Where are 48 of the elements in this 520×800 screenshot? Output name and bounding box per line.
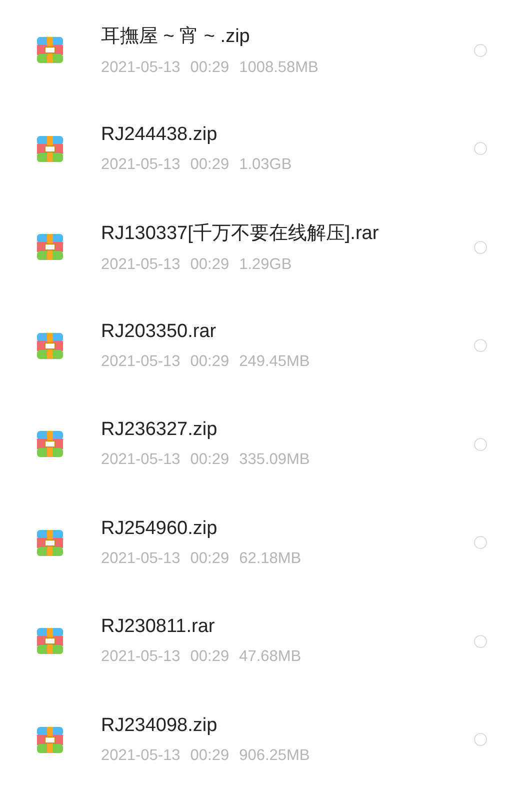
file-time: 00:29 <box>190 746 230 765</box>
file-time: 00:29 <box>190 352 230 371</box>
file-name: RJ230811.rar <box>101 616 216 638</box>
select-radio[interactable] <box>474 634 487 648</box>
file-date: 2021-05-13 <box>101 156 180 174</box>
archive-icon <box>36 36 64 64</box>
file-size: 47.68MB <box>239 648 302 666</box>
file-time: 00:29 <box>190 59 230 78</box>
select-radio[interactable] <box>474 44 487 57</box>
file-date: 2021-05-13 <box>101 648 180 666</box>
file-date: 2021-05-13 <box>101 256 180 274</box>
file-date: 2021-05-13 <box>101 451 180 470</box>
archive-icon <box>36 430 64 458</box>
archive-icon <box>36 726 64 754</box>
select-radio[interactable] <box>474 339 487 352</box>
file-name: RJ236327.zip <box>101 419 218 442</box>
file-size: 1.03GB <box>239 156 292 174</box>
file-name: RJ203350.rar <box>101 320 218 343</box>
archive-icon <box>36 134 64 163</box>
select-radio[interactable] <box>474 438 487 451</box>
file-date: 2021-05-13 <box>101 352 180 371</box>
file-name: 耳撫屋 ~ 宵 ~ .zip <box>101 25 251 50</box>
file-time: 00:29 <box>190 550 230 568</box>
file-time: 00:29 <box>190 156 230 174</box>
file-name: RJ234098.zip <box>101 714 218 737</box>
archive-icon <box>36 528 64 557</box>
select-radio[interactable] <box>474 142 487 156</box>
select-radio[interactable] <box>474 733 487 746</box>
file-size: 1.29GB <box>239 256 292 274</box>
archive-icon <box>36 233 64 262</box>
file-size: 62.18MB <box>239 550 302 568</box>
select-radio[interactable] <box>474 536 487 550</box>
file-name: RJ244438.zip <box>101 124 218 146</box>
file-size: 335.09MB <box>239 451 310 470</box>
file-size: 249.45MB <box>239 352 310 371</box>
file-name: RJ130337[千万不要在线解压].rar <box>101 222 380 246</box>
select-radio[interactable] <box>474 240 487 254</box>
file-time: 00:29 <box>190 451 230 470</box>
file-size: 906.25MB <box>239 746 310 765</box>
file-date: 2021-05-13 <box>101 59 180 78</box>
archive-icon <box>36 332 64 360</box>
file-date: 2021-05-13 <box>101 746 180 765</box>
file-size: 1008.58MB <box>239 59 318 78</box>
file-time: 00:29 <box>190 256 230 274</box>
file-name: RJ254960.zip <box>101 518 218 540</box>
file-time: 00:29 <box>190 648 230 666</box>
archive-icon <box>36 627 64 656</box>
file-date: 2021-05-13 <box>101 550 180 568</box>
